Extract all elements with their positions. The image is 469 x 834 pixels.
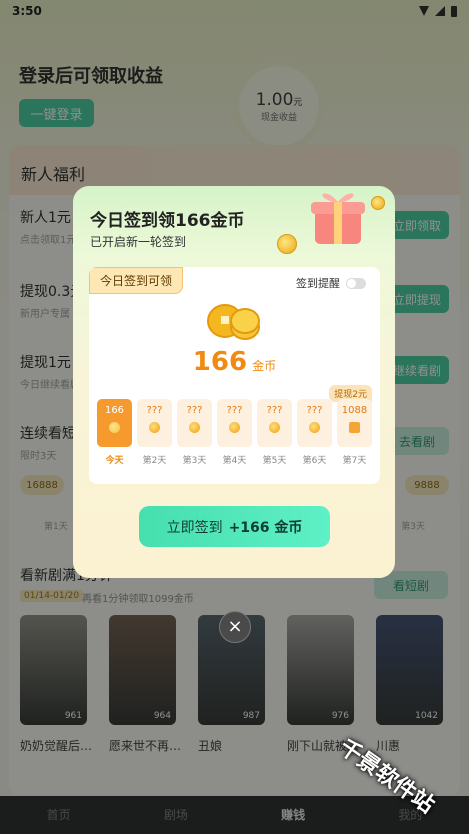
day-value: 1088 bbox=[341, 405, 368, 416]
day-value: ??? bbox=[306, 405, 323, 416]
coin-icon bbox=[309, 422, 320, 433]
sign-in-button[interactable]: 立即签到 +166 金币 bbox=[139, 506, 330, 547]
coin-icon bbox=[189, 422, 200, 433]
dialog-title: 今日签到领166金币 bbox=[90, 211, 245, 231]
day-item: ??? 第2天 bbox=[137, 399, 172, 475]
coin-unit: 金币 bbox=[252, 359, 277, 373]
deco-coin-icon bbox=[371, 196, 385, 210]
day-label: 今天 bbox=[105, 456, 124, 466]
today-tag: 今日签到可领 bbox=[89, 267, 184, 294]
day-value: ??? bbox=[226, 405, 243, 416]
coin-icon bbox=[229, 422, 240, 433]
day-label: 第6天 bbox=[302, 456, 327, 466]
day-value: 166 bbox=[104, 405, 125, 416]
coin-amount: 166 bbox=[192, 347, 248, 377]
day-label: 第5天 bbox=[262, 456, 287, 466]
coin-icon bbox=[149, 422, 160, 433]
close-icon[interactable]: × bbox=[219, 611, 251, 643]
checkin-dialog: 今日签到领166金币 已开启新一轮签到 今日签到可领 签到提醒 166 金币 提… bbox=[73, 186, 395, 578]
checkin-card: 今日签到可领 签到提醒 166 金币 提现2元 166 今天 ??? 第2天 ?… bbox=[89, 267, 380, 484]
day-item: ??? 第6天 bbox=[297, 399, 332, 475]
sign-in-label: 立即签到 bbox=[166, 519, 223, 536]
reminder-toggle[interactable] bbox=[346, 277, 366, 289]
day-item: 166 今天 bbox=[97, 399, 132, 475]
sign-in-amount: +166 金币 bbox=[228, 519, 303, 536]
day-value: ??? bbox=[146, 405, 163, 416]
checkin-reminder[interactable]: 签到提醒 bbox=[296, 275, 366, 291]
dialog-subtitle: 已开启新一轮签到 bbox=[90, 235, 187, 249]
day-item: ??? 第4天 bbox=[217, 399, 252, 475]
gift-icon bbox=[349, 422, 360, 433]
day-value: ??? bbox=[186, 405, 203, 416]
coin-stack-icon bbox=[207, 304, 260, 340]
coin-icon bbox=[109, 422, 120, 433]
day-label: 第3天 bbox=[182, 456, 207, 466]
day-label: 第2天 bbox=[142, 456, 167, 466]
day-item: 1088 第7天 bbox=[337, 399, 372, 475]
reminder-label: 签到提醒 bbox=[296, 277, 340, 290]
day-item: ??? 第5天 bbox=[257, 399, 292, 475]
day-item: ??? 第3天 bbox=[177, 399, 212, 475]
deco-coin-icon bbox=[277, 234, 297, 254]
coin-amount-display: 166 金币 bbox=[89, 347, 380, 377]
day-value: ??? bbox=[266, 405, 283, 416]
coin-icon bbox=[269, 422, 280, 433]
day-label: 第7天 bbox=[342, 456, 367, 466]
day-label: 第4天 bbox=[222, 456, 247, 466]
checkin-days: 166 今天 ??? 第2天 ??? 第3天 ??? 第4天 ??? 第5天 ?… bbox=[97, 399, 372, 475]
gift-box-icon bbox=[311, 193, 365, 244]
